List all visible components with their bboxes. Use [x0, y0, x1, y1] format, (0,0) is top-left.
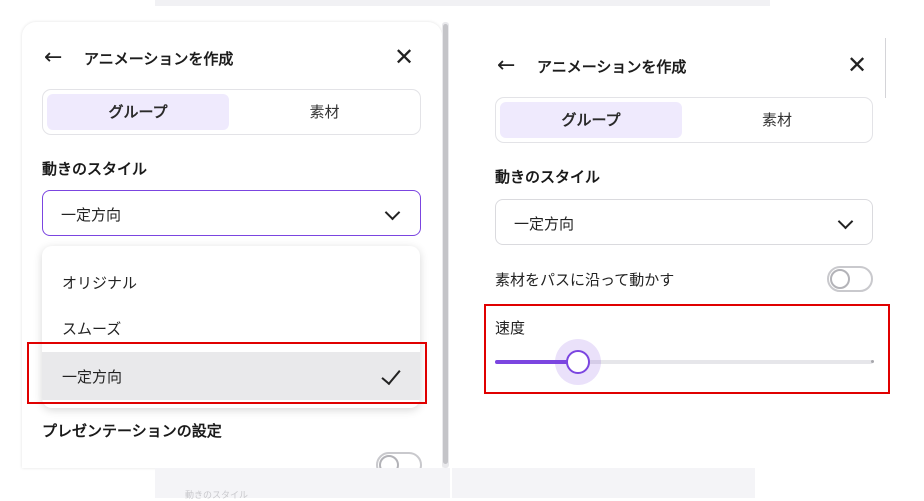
- tab-group-active[interactable]: グループ: [500, 102, 682, 138]
- path-toggle-label: 素材をパスに沿って動かす: [495, 271, 675, 289]
- motion-style-label: 動きのスタイル: [495, 168, 601, 186]
- ghost-label: 動きのスタイル: [185, 491, 249, 501]
- close-icon[interactable]: ✕: [394, 44, 414, 70]
- motion-style-value: 一定方向: [61, 206, 122, 224]
- panel-title: アニメーションを作成: [84, 50, 234, 68]
- toggle-knob: [830, 269, 850, 289]
- chevron-down-icon: [384, 204, 401, 221]
- background-panel-top: [155, 0, 770, 6]
- arrow-left-icon[interactable]: ←: [497, 54, 515, 78]
- motion-style-select[interactable]: 一定方向: [495, 199, 873, 245]
- background-panel-bottom: 動きのスタイル: [155, 468, 755, 501]
- presentation-settings-label: プレゼンテーションの設定: [42, 422, 222, 440]
- arrow-left-icon[interactable]: ←: [44, 46, 62, 70]
- tab-group-active[interactable]: グループ: [47, 94, 229, 130]
- toggle-knob: [379, 455, 399, 468]
- panel-header: ← アニメーションを作成 ✕: [475, 52, 885, 94]
- highlight-box-selected-option: [27, 342, 427, 404]
- tab-group: グループ 素材: [42, 89, 421, 135]
- dropdown-option-original[interactable]: オリジナル: [42, 258, 420, 306]
- path-toggle[interactable]: [827, 266, 873, 292]
- chevron-down-icon: [837, 213, 854, 230]
- option-label: オリジナル: [62, 274, 138, 292]
- option-label: スムーズ: [62, 320, 122, 338]
- close-icon[interactable]: ✕: [847, 52, 867, 78]
- presentation-toggle[interactable]: [376, 452, 422, 468]
- tab-group: グループ 素材: [495, 97, 873, 143]
- divider: [450, 468, 452, 498]
- highlight-box-speed: [484, 304, 890, 394]
- scrollbar-thumb[interactable]: [443, 24, 448, 464]
- motion-style-select[interactable]: 一定方向: [42, 190, 421, 236]
- motion-style-value: 一定方向: [514, 215, 575, 233]
- panel-title: アニメーションを作成: [537, 58, 687, 76]
- scrollbar[interactable]: [442, 22, 449, 468]
- tab-assets[interactable]: 素材: [233, 94, 416, 130]
- motion-style-label: 動きのスタイル: [42, 160, 148, 178]
- tab-assets[interactable]: 素材: [686, 102, 868, 138]
- panel-edge: [885, 38, 886, 98]
- panel-header: ← アニメーションを作成 ✕: [22, 44, 442, 86]
